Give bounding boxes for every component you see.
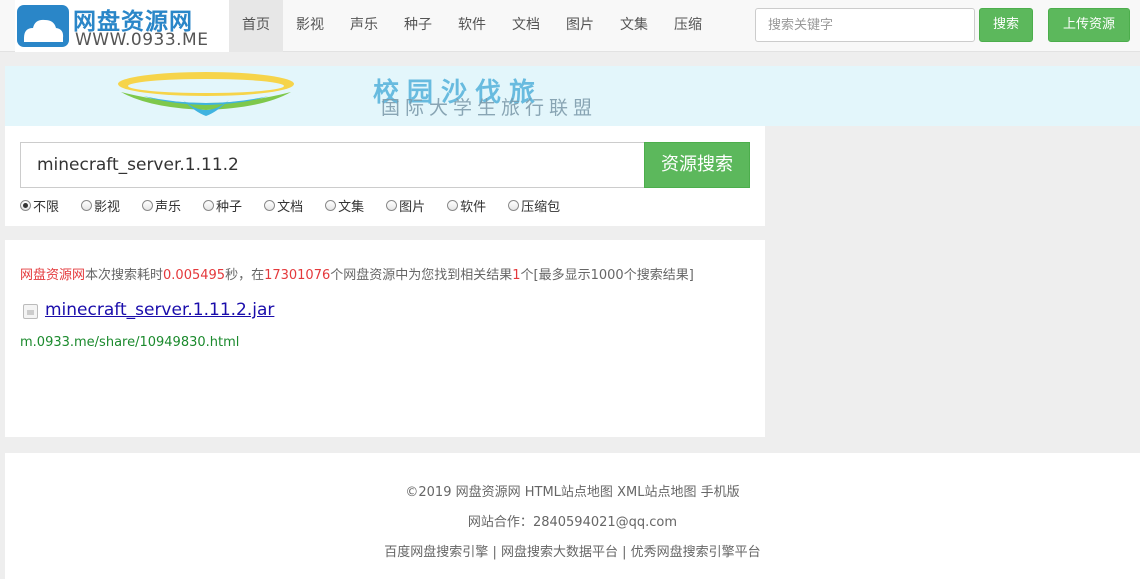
footer-link-mobile[interactable]: 手机版	[701, 485, 740, 500]
type-option-torrents[interactable]: 种子	[203, 196, 242, 215]
type-option-images[interactable]: 图片	[386, 196, 425, 215]
result-url: m.0933.me/share/10949830.html	[20, 335, 240, 350]
logo-url: WWW.0933.ME	[75, 30, 209, 50]
footer-link-xml-sitemap[interactable]: XML站点地图	[617, 485, 696, 500]
resource-search-button[interactable]: 资源搜索	[644, 142, 750, 188]
nav-item-archives[interactable]: 压缩	[661, 0, 715, 52]
main-nav: 首页 影视 声乐 种子 软件 文档 图片 文集 压缩	[229, 0, 715, 52]
radio-icon[interactable]	[264, 200, 276, 211]
top-navbar: 网盘资源网 WWW.0933.ME 首页 影视 声乐 种子 软件 文档 图片 文…	[0, 0, 1140, 52]
contact-label: 网站合作：	[467, 515, 533, 530]
type-option-archives[interactable]: 压缩包	[508, 196, 560, 215]
results-panel: 网盘资源网本次搜索耗时0.005495秒，在17301076个网盘资源中为您找到…	[5, 240, 765, 437]
nav-item-documents[interactable]: 文档	[499, 0, 553, 52]
footer-tagline-2: 网盘搜索大数据平台	[500, 545, 618, 560]
contact-email: 2840594021@qq.com	[532, 515, 678, 530]
header-search-button[interactable]: 搜索	[979, 8, 1033, 42]
copyright-text: ©2019 网盘资源网	[405, 485, 521, 500]
type-option-documents[interactable]: 文档	[264, 196, 303, 215]
search-summary: 网盘资源网本次搜索耗时0.005495秒，在17301076个网盘资源中为您找到…	[20, 268, 694, 283]
type-option-music[interactable]: 声乐	[142, 196, 181, 215]
search-time: 0.005495	[163, 268, 226, 283]
nav-item-collections[interactable]: 文集	[607, 0, 661, 52]
footer-separator: |	[492, 545, 497, 560]
header-search-input[interactable]	[755, 8, 975, 42]
file-icon	[23, 304, 38, 319]
result-count: 1	[512, 268, 521, 283]
search-panel: 资源搜索 不限 影视 声乐 种子 文档 文集 图片 软件 压缩包	[5, 126, 765, 226]
footer-link-html-sitemap[interactable]: HTML站点地图	[525, 485, 613, 500]
type-option-collections[interactable]: 文集	[325, 196, 364, 215]
nav-item-software[interactable]: 软件	[445, 0, 499, 52]
total-resources-count: 17301076	[264, 268, 331, 283]
radio-icon[interactable]	[325, 200, 337, 211]
radio-icon[interactable]	[203, 200, 215, 211]
banner-subheadline: 国际大学生旅行联盟	[381, 97, 598, 119]
ad-banner[interactable]: 校园沙伐旅 国际大学生旅行联盟	[5, 66, 1140, 126]
nav-item-music[interactable]: 声乐	[337, 0, 391, 52]
type-option-software[interactable]: 软件	[447, 196, 486, 215]
radio-icon[interactable]	[447, 200, 459, 211]
footer-separator: |	[622, 545, 627, 560]
summary-site-name: 网盘资源网	[20, 268, 86, 283]
upload-resource-button[interactable]: 上传资源	[1048, 8, 1130, 42]
nav-item-images[interactable]: 图片	[553, 0, 607, 52]
resource-search-input[interactable]	[20, 142, 645, 188]
radio-icon[interactable]	[508, 200, 520, 211]
radio-selected-icon[interactable]	[20, 200, 31, 211]
site-logo[interactable]: 网盘资源网 WWW.0933.ME	[15, 0, 229, 52]
footer-tagline-line: 百度网盘搜索引擎 | 网盘搜索大数据平台 | 优秀网盘搜索引擎平台	[5, 541, 1140, 560]
footer-tagline-1: 百度网盘搜索引擎	[384, 545, 489, 560]
radio-icon[interactable]	[386, 200, 398, 211]
nav-item-movies[interactable]: 影视	[283, 0, 337, 52]
type-option-movies[interactable]: 影视	[81, 196, 120, 215]
footer-links-line: ©2019 网盘资源网 HTML站点地图 XML站点地图 手机版	[5, 481, 1140, 500]
result-title-link[interactable]: minecraft_server.1.11.2.jar	[45, 300, 274, 320]
cloud-logo-icon	[17, 5, 69, 47]
radio-icon[interactable]	[142, 200, 154, 211]
footer-contact-line: 网站合作：2840594021@qq.com	[5, 511, 1140, 530]
radio-icon[interactable]	[81, 200, 93, 211]
footer-tagline-3: 优秀网盘搜索引擎平台	[630, 545, 761, 560]
search-type-filter: 不限 影视 声乐 种子 文档 文集 图片 软件 压缩包	[20, 196, 582, 215]
banner-logo-icon	[118, 72, 294, 116]
nav-item-home[interactable]: 首页	[229, 0, 283, 52]
type-option-all[interactable]: 不限	[20, 196, 59, 215]
page-footer: ©2019 网盘资源网 HTML站点地图 XML站点地图 手机版 网站合作：28…	[5, 453, 1140, 579]
nav-item-torrents[interactable]: 种子	[391, 0, 445, 52]
